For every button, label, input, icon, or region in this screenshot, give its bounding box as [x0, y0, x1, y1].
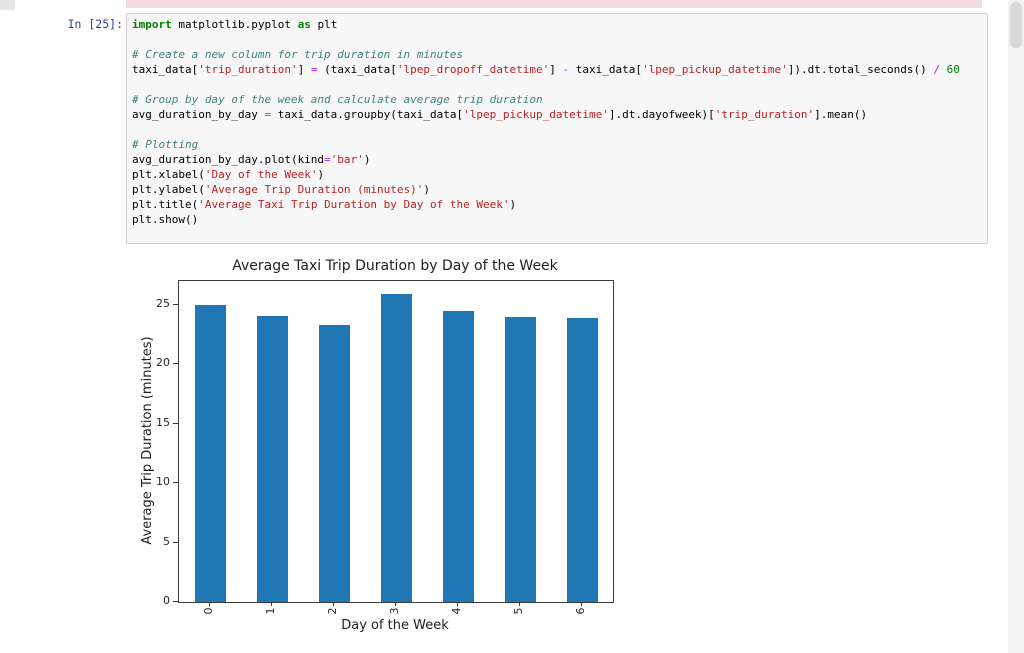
chart-title: Average Taxi Trip Duration by Day of the…: [232, 258, 558, 274]
x-tick-label: 5: [512, 607, 525, 615]
code-content[interactable]: import matplotlib.pyplot as plt # Create…: [127, 14, 987, 245]
code-line: plt.show(): [132, 213, 199, 226]
code-line: avg_duration_by_day = taxi_data.groupby(…: [132, 108, 868, 121]
code-line: plt.ylabel('Average Trip Duration (minut…: [132, 183, 431, 196]
y-tick-label: 20: [156, 356, 170, 370]
x-tick-label: 6: [574, 607, 587, 615]
y-tick-label: 5: [163, 534, 170, 548]
plot-area: [178, 280, 614, 603]
code-editor[interactable]: import matplotlib.pyplot as plt # Create…: [126, 13, 988, 244]
y-axis-label: Average Trip Duration (minutes): [140, 336, 155, 545]
y-tick-mark: [173, 363, 178, 365]
scrollbar-thumb[interactable]: [1010, 2, 1022, 48]
input-prompt: In [25]:: [67, 17, 123, 31]
x-tick-label: 2: [326, 607, 339, 615]
x-tick-label: 0: [202, 607, 215, 615]
bar-day-5: [504, 316, 536, 602]
code-line: avg_duration_by_day.plot(kind='bar'): [132, 153, 371, 166]
code-line: # Group by day of the week and calculate…: [132, 93, 543, 106]
bar-day-6: [566, 317, 598, 602]
scroll-corner: [0, 0, 15, 10]
x-tick-label: 1: [264, 607, 277, 615]
y-tick-mark: [173, 541, 178, 543]
code-line: taxi_data['trip_duration'] = (taxi_data[…: [132, 63, 960, 76]
bar-day-3: [380, 294, 412, 602]
code-line: # Plotting: [132, 138, 199, 151]
code-line: import matplotlib.pyplot as plt: [132, 18, 338, 31]
code-line: plt.title('Average Taxi Trip Duration by…: [132, 198, 517, 211]
y-tick-mark: [173, 303, 178, 305]
y-tick-label: 10: [156, 475, 170, 489]
previous-cell-remnant: [126, 0, 982, 8]
chart-figure: Average Taxi Trip Duration by Day of the…: [126, 250, 626, 650]
x-tick-label: 4: [450, 607, 463, 615]
y-tick-label: 0: [163, 594, 170, 607]
y-tick-mark: [173, 422, 178, 424]
y-tick-label: 25: [156, 296, 170, 310]
bar-day-0: [194, 304, 226, 602]
bar-day-1: [256, 315, 288, 602]
bar-day-4: [442, 310, 474, 602]
y-tick-mark: [173, 601, 178, 602]
y-tick-label: 15: [156, 415, 170, 429]
x-tick-label: 3: [388, 607, 401, 615]
code-line: plt.xlabel('Day of the Week'): [132, 168, 325, 181]
scrollbar[interactable]: [1008, 0, 1024, 653]
y-tick-mark: [173, 482, 178, 484]
code-line: # Create a new column for trip duration …: [132, 48, 464, 61]
x-axis-label: Day of the Week: [341, 618, 449, 633]
bar-day-2: [318, 325, 350, 602]
